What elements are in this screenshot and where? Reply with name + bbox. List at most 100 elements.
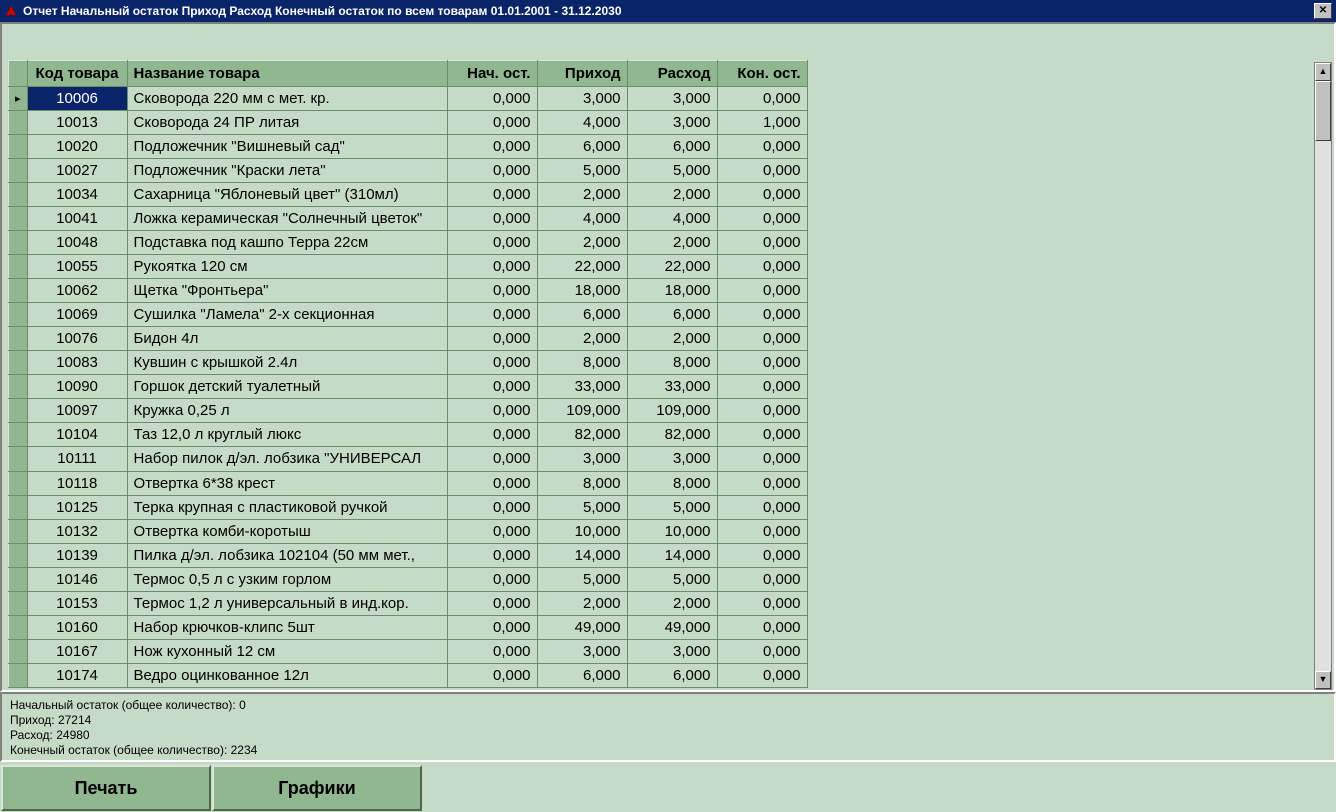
cell-name[interactable]: Горшок детский туалетный <box>127 375 447 399</box>
cell-name[interactable]: Ведро оцинкованное 12л <box>127 663 447 687</box>
cell-in[interactable]: 2,000 <box>537 183 627 207</box>
cell-end[interactable]: 0,000 <box>717 231 807 255</box>
cell-code[interactable]: 10069 <box>27 303 127 327</box>
cell-start[interactable]: 0,000 <box>447 495 537 519</box>
row-handle[interactable] <box>9 111 28 135</box>
cell-end[interactable]: 0,000 <box>717 495 807 519</box>
cell-end[interactable]: 0,000 <box>717 351 807 375</box>
cell-out[interactable]: 5,000 <box>627 159 717 183</box>
cell-in[interactable]: 6,000 <box>537 303 627 327</box>
cell-name[interactable]: Сушилка "Ламела" 2-х секционная <box>127 303 447 327</box>
header-code[interactable]: Код товара <box>27 61 127 87</box>
cell-start[interactable]: 0,000 <box>447 87 537 111</box>
cell-start[interactable]: 0,000 <box>447 207 537 231</box>
table-row[interactable]: 10076Бидон 4л0,0002,0002,0000,000 <box>9 327 808 351</box>
cell-code[interactable]: 10146 <box>27 567 127 591</box>
cell-out[interactable]: 2,000 <box>627 591 717 615</box>
header-handle[interactable] <box>9 61 28 87</box>
cell-out[interactable]: 3,000 <box>627 447 717 471</box>
row-handle[interactable] <box>9 399 28 423</box>
cell-out[interactable]: 6,000 <box>627 663 717 687</box>
cell-name[interactable]: Подставка под кашпо Терра 22см <box>127 231 447 255</box>
table-row[interactable]: 10055Рукоятка 120 см0,00022,00022,0000,0… <box>9 255 808 279</box>
cell-code[interactable]: 10034 <box>27 183 127 207</box>
cell-out[interactable]: 18,000 <box>627 279 717 303</box>
scroll-track[interactable] <box>1315 81 1331 671</box>
cell-out[interactable]: 8,000 <box>627 471 717 495</box>
cell-name[interactable]: Нож кухонный 12 см <box>127 639 447 663</box>
cell-start[interactable]: 0,000 <box>447 279 537 303</box>
cell-out[interactable]: 8,000 <box>627 351 717 375</box>
cell-name[interactable]: Отвертка 6*38 крест <box>127 471 447 495</box>
row-handle[interactable] <box>9 495 28 519</box>
table-row[interactable]: ▸10006Сковорода 220 мм с мет. кр.0,0003,… <box>9 87 808 111</box>
cell-out[interactable]: 2,000 <box>627 231 717 255</box>
cell-end[interactable]: 0,000 <box>717 447 807 471</box>
header-start[interactable]: Нач. ост. <box>447 61 537 87</box>
charts-button[interactable]: Графики <box>212 765 422 811</box>
cell-out[interactable]: 3,000 <box>627 111 717 135</box>
table-row[interactable]: 10097Кружка 0,25 л0,000109,000109,0000,0… <box>9 399 808 423</box>
header-name[interactable]: Название товара <box>127 61 447 87</box>
row-handle[interactable] <box>9 519 28 543</box>
cell-code[interactable]: 10013 <box>27 111 127 135</box>
cell-name[interactable]: Ложка керамическая "Солнечный цветок" <box>127 207 447 231</box>
table-row[interactable]: 10013Сковорода 24 ПР литая0,0004,0003,00… <box>9 111 808 135</box>
cell-out[interactable]: 6,000 <box>627 303 717 327</box>
cell-code[interactable]: 10118 <box>27 471 127 495</box>
cell-start[interactable]: 0,000 <box>447 183 537 207</box>
row-handle[interactable] <box>9 183 28 207</box>
cell-code[interactable]: 10062 <box>27 279 127 303</box>
cell-name[interactable]: Сковорода 24 ПР литая <box>127 111 447 135</box>
cell-out[interactable]: 4,000 <box>627 207 717 231</box>
cell-code[interactable]: 10083 <box>27 351 127 375</box>
table-row[interactable]: 10090Горшок детский туалетный0,00033,000… <box>9 375 808 399</box>
cell-in[interactable]: 6,000 <box>537 135 627 159</box>
cell-code[interactable]: 10167 <box>27 639 127 663</box>
cell-end[interactable]: 0,000 <box>717 375 807 399</box>
cell-end[interactable]: 0,000 <box>717 423 807 447</box>
cell-name[interactable]: Кувшин с крышкой 2.4л <box>127 351 447 375</box>
cell-start[interactable]: 0,000 <box>447 375 537 399</box>
table-row[interactable]: 10132Отвертка комби-коротыш0,00010,00010… <box>9 519 808 543</box>
cell-start[interactable]: 0,000 <box>447 255 537 279</box>
cell-in[interactable]: 2,000 <box>537 231 627 255</box>
row-handle[interactable] <box>9 567 28 591</box>
cell-in[interactable]: 18,000 <box>537 279 627 303</box>
cell-out[interactable]: 2,000 <box>627 183 717 207</box>
row-handle[interactable] <box>9 159 28 183</box>
table-row[interactable]: 10174Ведро оцинкованное 12л0,0006,0006,0… <box>9 663 808 687</box>
cell-start[interactable]: 0,000 <box>447 471 537 495</box>
cell-name[interactable]: Пилка д/эл. лобзика 102104 (50 мм мет., <box>127 543 447 567</box>
vertical-scrollbar[interactable]: ▲ ▼ <box>1314 62 1332 690</box>
cell-start[interactable]: 0,000 <box>447 423 537 447</box>
row-handle[interactable] <box>9 279 28 303</box>
cell-out[interactable]: 3,000 <box>627 87 717 111</box>
cell-end[interactable]: 0,000 <box>717 303 807 327</box>
data-grid[interactable]: Код товара Название товара Нач. ост. При… <box>8 60 808 688</box>
cell-start[interactable]: 0,000 <box>447 615 537 639</box>
cell-start[interactable]: 0,000 <box>447 303 537 327</box>
cell-code[interactable]: 10111 <box>27 447 127 471</box>
row-handle[interactable] <box>9 423 28 447</box>
header-in[interactable]: Приход <box>537 61 627 87</box>
row-handle[interactable] <box>9 135 28 159</box>
cell-out[interactable]: 33,000 <box>627 375 717 399</box>
cell-start[interactable]: 0,000 <box>447 567 537 591</box>
cell-start[interactable]: 0,000 <box>447 399 537 423</box>
cell-end[interactable]: 0,000 <box>717 639 807 663</box>
cell-start[interactable]: 0,000 <box>447 447 537 471</box>
cell-out[interactable]: 82,000 <box>627 423 717 447</box>
table-row[interactable]: 10020Подложечник "Вишневый сад"0,0006,00… <box>9 135 808 159</box>
cell-code[interactable]: 10097 <box>27 399 127 423</box>
cell-in[interactable]: 49,000 <box>537 615 627 639</box>
cell-end[interactable]: 0,000 <box>717 279 807 303</box>
cell-name[interactable]: Набор крючков-клипс 5шт <box>127 615 447 639</box>
cell-name[interactable]: Терка крупная с пластиковой ручкой <box>127 495 447 519</box>
cell-code[interactable]: 10048 <box>27 231 127 255</box>
cell-code[interactable]: 10055 <box>27 255 127 279</box>
row-handle[interactable] <box>9 375 28 399</box>
cell-end[interactable]: 0,000 <box>717 327 807 351</box>
cell-in[interactable]: 22,000 <box>537 255 627 279</box>
cell-end[interactable]: 0,000 <box>717 519 807 543</box>
